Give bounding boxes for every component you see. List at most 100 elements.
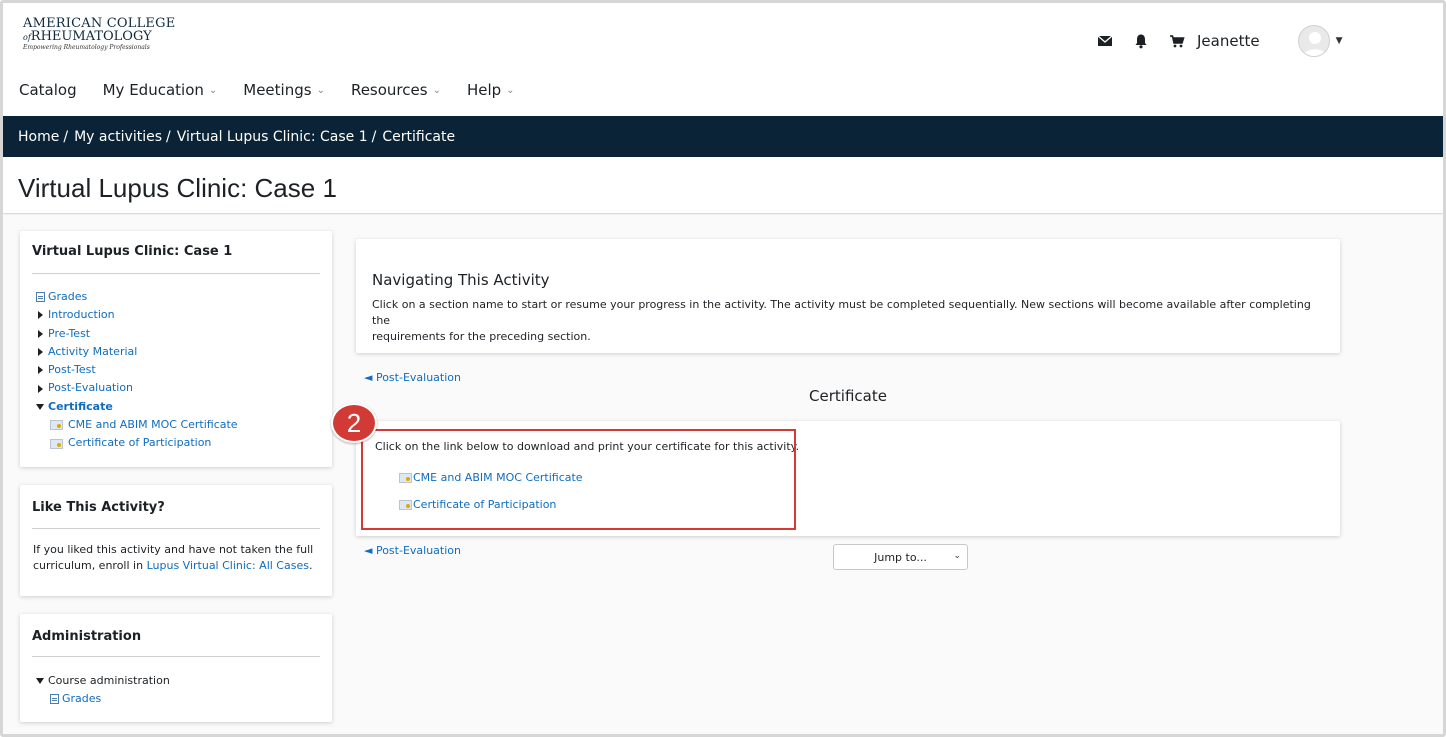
tree-item-certificate[interactable]: Certificate — [34, 398, 238, 416]
breadcrumb-current: Certificate — [382, 128, 456, 145]
certificate-link[interactable]: CME and ABIM MOC Certificate — [68, 416, 238, 434]
admin-tree: Course administration Grades — [34, 672, 170, 709]
administration-block: Administration Course administration Gra… — [20, 614, 332, 722]
tree-item-post-test[interactable]: Post-Test — [34, 361, 238, 379]
collapse-arrow-icon[interactable] — [36, 403, 44, 410]
previous-section-link-bottom[interactable]: ◄ Post-Evaluation — [364, 544, 461, 557]
divider — [32, 528, 320, 529]
jump-to-value: Jump to... — [874, 550, 927, 564]
section-link[interactable]: Introduction — [48, 306, 115, 324]
logo-line2: ofRHEUMATOLOGY — [23, 30, 175, 43]
tree-item-grades[interactable]: Grades — [34, 288, 238, 306]
card-text-line2: requirements for the preceding section. — [372, 330, 591, 343]
nav-help[interactable]: Help ⌄ — [467, 81, 515, 99]
like-text-line2: curriculum, enroll in Lupus Virtual Clin… — [33, 558, 313, 574]
nav-label: Meetings — [243, 81, 312, 99]
user-menu-caret-icon[interactable]: ▼ — [1336, 36, 1343, 46]
collapse-arrow-icon[interactable] — [36, 678, 44, 685]
grades-link[interactable]: Grades — [48, 288, 87, 306]
browser-frame: AMERICAN COLLEGE ofRHEUMATOLOGY Empoweri… — [0, 0, 1446, 737]
logo-line2-word: RHEUMATOLOGY — [30, 29, 152, 44]
grades-icon — [36, 292, 45, 303]
like-text-line1: If you liked this activity and have not … — [33, 543, 314, 556]
page-header: Virtual Lupus Clinic: Case 1 — [3, 157, 1443, 214]
tree-subitem-cme[interactable]: CME and ABIM MOC Certificate — [34, 416, 238, 434]
navigation-help-card: Navigating This Activity Click on a sect… — [356, 239, 1340, 353]
avatar[interactable] — [1297, 25, 1330, 57]
username[interactable]: Jeanette — [1197, 32, 1260, 50]
block-title: Administration — [32, 629, 142, 644]
course-admin-label: Course administration — [48, 674, 170, 687]
tree-item-pre-test[interactable]: Pre-Test — [34, 325, 238, 343]
expand-arrow-icon[interactable] — [38, 348, 43, 357]
certificate-link[interactable]: Certificate of Participation — [68, 434, 211, 452]
page-title: Virtual Lupus Clinic: Case 1 — [18, 173, 337, 203]
site-header: AMERICAN COLLEGE ofRHEUMATOLOGY Empoweri… — [3, 3, 1443, 116]
card-title: Navigating This Activity — [372, 271, 550, 289]
expand-arrow-icon[interactable] — [38, 366, 43, 375]
tree-item-post-evaluation[interactable]: Post-Evaluation — [34, 379, 238, 397]
step-number-badge: 2 — [331, 403, 377, 443]
grades-link[interactable]: Grades — [62, 690, 101, 708]
divider — [32, 273, 320, 274]
grades-icon — [50, 694, 59, 705]
breadcrumb-separator: / — [166, 128, 171, 145]
nav-label: Resources — [350, 81, 428, 99]
tree-item-admin-grades[interactable]: Grades — [34, 690, 170, 708]
like-activity-block: Like This Activity? If you liked this ac… — [20, 485, 332, 596]
mail-icon[interactable] — [1097, 33, 1113, 49]
tree-item-introduction[interactable]: Introduction — [34, 306, 238, 324]
all-cases-link[interactable]: Lupus Virtual Clinic: All Cases — [147, 559, 309, 572]
nav-label: My Education — [102, 81, 204, 99]
chevron-down-icon: ⌄ — [953, 551, 961, 561]
nav-label: Catalog — [19, 81, 77, 99]
block-title: Virtual Lupus Clinic: Case 1 — [32, 244, 233, 259]
tree-item-course-admin[interactable]: Course administration — [34, 672, 170, 690]
nav-label: Help — [466, 81, 502, 99]
chevron-down-icon: ⌄ — [208, 84, 218, 96]
section-link[interactable]: Post-Evaluation — [48, 379, 133, 397]
chevron-down-icon: ⌄ — [506, 84, 515, 96]
nav-my-education[interactable]: My Education ⌄ — [103, 81, 218, 99]
section-link[interactable]: Pre-Test — [48, 325, 90, 343]
course-navigation-block: Virtual Lupus Clinic: Case 1 Grades Intr… — [20, 231, 332, 467]
logo-line2-prefix: of — [23, 33, 31, 42]
card-text-line1: Click on a section name to start or resu… — [372, 298, 1311, 327]
breadcrumb-my-activities[interactable]: My activities — [74, 129, 162, 145]
nav-meetings[interactable]: Meetings ⌄ — [243, 81, 325, 99]
like-text-suffix: . — [308, 559, 313, 572]
previous-section-link[interactable]: ◄ Post-Evaluation — [364, 371, 461, 384]
jump-to-select[interactable]: Jump to... ⌄ — [833, 544, 968, 570]
nav-catalog[interactable]: Catalog — [19, 81, 77, 99]
acr-logo[interactable]: AMERICAN COLLEGE ofRHEUMATOLOGY Empoweri… — [23, 17, 175, 51]
section-link[interactable]: Activity Material — [48, 343, 137, 361]
expand-arrow-icon[interactable] — [38, 311, 43, 320]
cart-icon[interactable] — [1169, 33, 1185, 49]
logo-tagline: Empowering Rheumatology Professionals — [23, 44, 150, 51]
like-block-text: If you liked this activity and have not … — [33, 542, 313, 574]
main-navigation: Catalog My Education ⌄ Meetings ⌄ Resource… — [19, 81, 541, 99]
like-text-prefix: curriculum, enroll in — [33, 559, 144, 572]
breadcrumb-separator: / — [371, 128, 377, 145]
annotation-highlight-box — [361, 429, 796, 530]
section-link[interactable]: Post-Test — [48, 361, 96, 379]
divider — [32, 656, 320, 657]
card-text: Click on a section name to start or resu… — [372, 297, 1327, 345]
expand-arrow-icon[interactable] — [38, 384, 43, 393]
breadcrumb-course[interactable]: Virtual Lupus Clinic: Case 1 — [177, 129, 368, 145]
section-link-current[interactable]: Certificate — [48, 398, 113, 416]
breadcrumb-home[interactable]: Home — [18, 129, 59, 145]
breadcrumb: Home / My activities / Virtual Lupus Clini… — [3, 116, 1443, 157]
chevron-down-icon: ⌄ — [316, 84, 325, 96]
breadcrumb-separator: / — [63, 128, 69, 145]
block-title: Like This Activity? — [32, 500, 165, 515]
user-toolbar: Jeanette ▼ — [1097, 25, 1343, 57]
certificate-icon — [50, 420, 63, 431]
expand-arrow-icon[interactable] — [38, 329, 43, 338]
tree-subitem-participation[interactable]: Certificate of Participation — [34, 434, 238, 452]
certificate-icon — [50, 438, 63, 449]
bell-icon[interactable] — [1133, 33, 1149, 49]
course-tree: Grades Introduction Pre-Test Activity Ma… — [34, 288, 238, 453]
tree-item-activity-material[interactable]: Activity Material — [34, 343, 238, 361]
nav-resources[interactable]: Resources ⌄ — [351, 81, 441, 99]
